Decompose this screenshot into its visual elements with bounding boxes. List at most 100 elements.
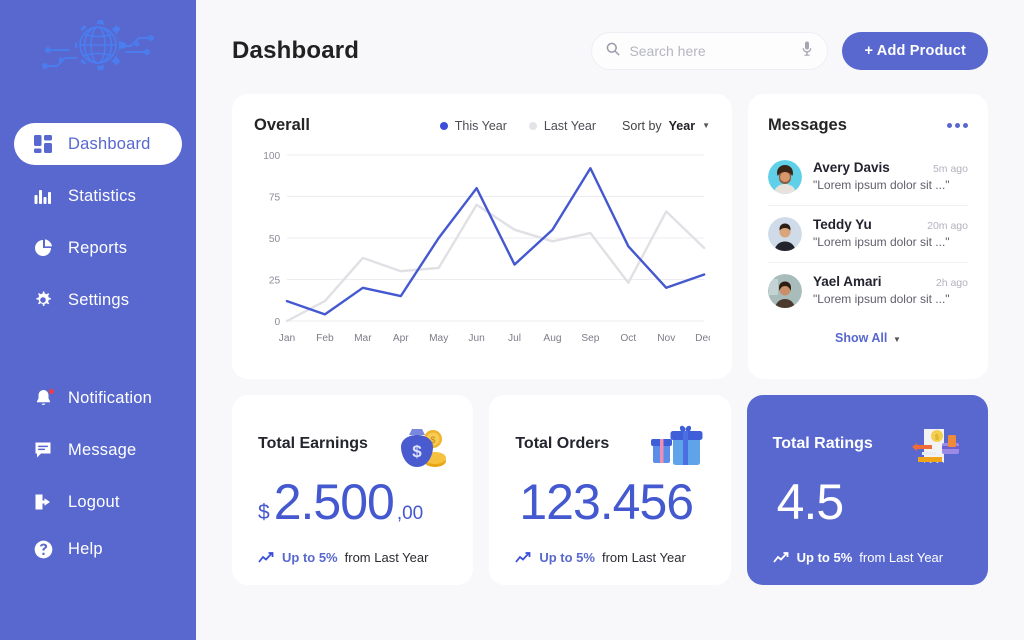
gift-box-emoji-icon [647, 421, 705, 473]
stat-card-total-earnings: Total Earnings $ $ $ 2.500 ,00 [232, 395, 473, 585]
messages-header: Messages [768, 116, 968, 135]
list-item[interactable]: Yael Amari 2h ago "Lorem ipsum dolor sit… [768, 263, 968, 319]
svg-text:Dec: Dec [695, 333, 710, 344]
svg-text:25: 25 [269, 275, 281, 286]
sidebar-item-message[interactable]: Message [14, 429, 182, 471]
svg-text:Jul: Jul [508, 333, 521, 344]
message-preview: "Lorem ipsum dolor sit ..." [813, 235, 968, 249]
message-preview: "Lorem ipsum dolor sit ..." [813, 178, 968, 192]
microphone-icon[interactable] [801, 41, 813, 61]
topbar: Dashboard + Add Product [232, 24, 988, 78]
svg-text:Aug: Aug [543, 333, 561, 344]
overall-chart-card: Overall This Year Last Year Sort by [232, 94, 732, 379]
message-sender: Yael Amari [813, 274, 882, 289]
sidebar-spacer [0, 326, 196, 372]
svg-text:$: $ [413, 442, 423, 461]
avatar [768, 217, 802, 251]
messages-card: Messages Avery Davis 5m ago [748, 94, 988, 379]
stat-number: 123.456 [519, 477, 693, 527]
sidebar-item-label: Help [68, 540, 103, 559]
message-line: Avery Davis 5m ago [813, 160, 968, 175]
sidebar-item-notification[interactable]: Notification [14, 377, 182, 419]
show-all-link[interactable]: Show All ▼ [768, 331, 968, 345]
stat-value: $ 2.500 ,00 [258, 477, 447, 527]
search-box[interactable] [591, 32, 828, 70]
stat-title: Total Orders [515, 435, 609, 453]
stat-decimals: ,00 [397, 503, 423, 525]
stat-header: Total Orders [515, 421, 704, 473]
message-sender: Teddy Yu [813, 217, 872, 232]
chevron-down-icon: ▼ [702, 121, 710, 130]
legend-last-year[interactable]: Last Year [529, 119, 596, 133]
chart-legend: This Year Last Year [440, 119, 596, 133]
sidebar-nav: Dashboard Statistics Reports Settings [0, 118, 196, 592]
legend-dot-last-year [529, 122, 537, 130]
sidebar: Dashboard Statistics Reports Settings [0, 0, 196, 640]
sidebar-item-dashboard[interactable]: Dashboard [14, 123, 182, 165]
page-title: Dashboard [232, 37, 359, 65]
svg-text:Oct: Oct [620, 333, 636, 344]
sort-by-dropdown[interactable]: Sort by Year ▼ [622, 119, 710, 133]
money-bag-emoji-icon: $ $ [389, 421, 447, 473]
sort-by-value: Year [669, 119, 695, 133]
stat-title: Total Ratings [773, 435, 873, 453]
chart-title: Overall [254, 116, 310, 135]
show-all-label: Show All [835, 331, 887, 345]
bell-icon [32, 389, 54, 407]
stat-number: 2.500 [274, 477, 394, 527]
list-item[interactable]: Avery Davis 5m ago "Lorem ipsum dolor si… [768, 149, 968, 206]
grid-icon [32, 135, 54, 153]
trend-up-icon [515, 551, 532, 564]
sidebar-item-statistics[interactable]: Statistics [14, 175, 182, 217]
svg-text:Nov: Nov [657, 333, 676, 344]
stat-card-total-orders: Total Orders [489, 395, 730, 585]
stat-trend-pct: Up to 5% [282, 550, 338, 565]
question-circle-icon [32, 540, 54, 559]
logout-icon [32, 493, 54, 511]
search-input[interactable] [629, 43, 779, 59]
line-chart: 0255075100JanFebMarAprMayJunJulAugSepOct… [254, 147, 710, 347]
chart-plot-area: 0255075100JanFebMarAprMayJunJulAugSepOct… [254, 147, 710, 347]
legend-this-year[interactable]: This Year [440, 119, 507, 133]
sidebar-item-logout[interactable]: Logout [14, 481, 182, 523]
avatar [768, 160, 802, 194]
message-line: Teddy Yu 20m ago [813, 217, 968, 232]
avatar [768, 274, 802, 308]
stat-trend-text: from Last Year [859, 550, 943, 565]
stat-currency: $ [258, 501, 270, 525]
svg-text:Jun: Jun [468, 333, 485, 344]
sidebar-item-label: Message [68, 441, 136, 460]
list-item[interactable]: Teddy Yu 20m ago "Lorem ipsum dolor sit … [768, 206, 968, 263]
more-horizontal-icon[interactable] [947, 123, 968, 128]
topbar-actions: + Add Product [591, 32, 988, 70]
stat-number: 4.5 [777, 477, 844, 527]
svg-text:May: May [429, 333, 449, 344]
stat-value: 123.456 [515, 477, 704, 527]
stat-trend-pct: Up to 5% [539, 550, 595, 565]
message-body: Yael Amari 2h ago "Lorem ipsum dolor sit… [813, 274, 968, 308]
top-row: Overall This Year Last Year Sort by [232, 94, 988, 379]
stat-value: 4.5 [773, 477, 962, 527]
chevron-down-icon: ▼ [891, 335, 901, 344]
sidebar-item-help[interactable]: Help [14, 528, 182, 570]
receipt-card-emoji-icon: $ [904, 421, 962, 473]
stats-row: Total Earnings $ $ $ 2.500 ,00 [232, 395, 988, 585]
bar-chart-icon [32, 187, 54, 205]
sidebar-item-label: Settings [68, 291, 129, 310]
sidebar-item-label: Dashboard [68, 135, 151, 154]
sidebar-item-label: Statistics [68, 187, 136, 206]
legend-label: Last Year [544, 119, 596, 133]
svg-text:Feb: Feb [316, 333, 334, 344]
message-line: Yael Amari 2h ago [813, 274, 968, 289]
notification-badge [48, 388, 55, 395]
sidebar-item-reports[interactable]: Reports [14, 227, 182, 269]
sidebar-item-label: Logout [68, 493, 120, 512]
add-product-button[interactable]: + Add Product [842, 32, 988, 70]
svg-text:100: 100 [263, 151, 280, 162]
svg-text:Mar: Mar [354, 333, 372, 344]
sidebar-item-settings[interactable]: Settings [14, 279, 182, 321]
messages-list: Avery Davis 5m ago "Lorem ipsum dolor si… [768, 149, 968, 319]
svg-text:Sep: Sep [581, 333, 599, 344]
legend-label: This Year [455, 119, 507, 133]
messages-title: Messages [768, 116, 847, 135]
